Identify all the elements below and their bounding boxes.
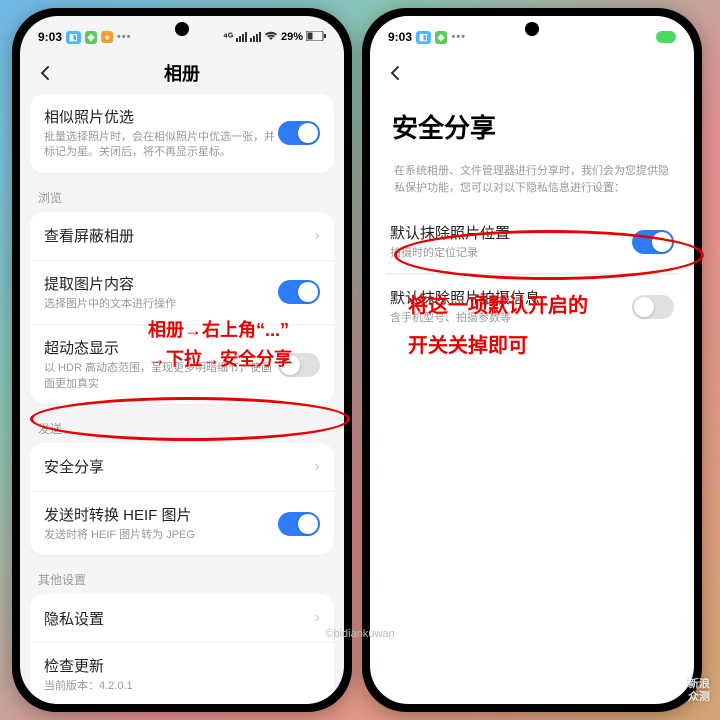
row-heif[interactable]: 发送时转换 HEIF 图片 发送时将 HEIF 图片转为 JPEG [30,491,334,555]
row-loc-title: 默认抹除照片位置 [390,222,632,243]
toggle-heif[interactable] [278,512,320,536]
annotation-line: 开关关掉即可 [408,330,588,362]
volte-icon: ⁴ᴳ [223,32,233,43]
row-extract-content[interactable]: 提取图片内容 选择图片中的文本进行操作 [30,260,334,324]
camera-punchhole [175,22,189,36]
row-loc-sub: 拍摄时的定位记录 [390,246,632,261]
status-time: 9:03 [388,30,412,44]
section-send: 发送 [30,414,334,443]
battery-pill-icon [656,31,676,43]
toggle-extract[interactable] [278,280,320,304]
status-more-icon: ••• [117,31,132,43]
row-update-title: 检查更新 [44,655,320,676]
row-heif-title: 发送时转换 HEIF 图片 [44,504,278,525]
section-browse: 浏览 [30,183,334,212]
back-button[interactable] [34,61,58,85]
settings-content[interactable]: 在系统相册、文件管理器进行分享时，我们会为您提供隐私保护功能，您可以对以下隐私信… [370,155,694,704]
row-update-sub: 当前版本：4.2.0.1 [44,679,320,694]
watermark-line: 新浪 [688,678,710,691]
annotation-line: 将这一项默认开启的 [408,290,588,322]
settings-content[interactable]: 相似照片优选 批量选择照片时，会在相似照片中优选一张，并标记为星。关闭后，将不再… [20,94,344,704]
annotation-toggle-hint: 将这一项默认开启的 开关关掉即可 [408,290,588,362]
signal-icon-2 [250,32,261,42]
toggle-similar-photos[interactable] [278,121,320,145]
page-title: 相册 [164,60,200,86]
author-watermark: ©bidiankuwan [325,628,394,640]
chevron-right-icon: › [315,609,320,627]
annotation-line: →下拉→安全分享 [148,345,292,374]
status-location-icon: ● [101,31,112,43]
row-privacy-title: 隐私设置 [44,608,309,629]
chevron-right-icon: › [315,227,320,245]
row-similar-photos[interactable]: 相似照片优选 批量选择照片时，会在相似照片中优选一张，并标记为星。关闭后，将不再… [30,94,334,173]
row-hidden-title: 查看屏蔽相册 [44,225,309,246]
toggle-erase-shot-info[interactable] [632,295,674,319]
row-extract-title: 提取图片内容 [44,273,278,294]
header [370,52,694,94]
row-similar-sub: 批量选择照片时，会在相似照片中优选一张，并标记为星。关闭后，将不再显示星标。 [44,130,278,161]
battery-icon [306,30,326,44]
header: 相册 [20,52,344,94]
row-privacy[interactable]: 隐私设置 › [30,594,334,642]
status-time: 9:03 [38,30,62,44]
status-app-icon-2: ◆ [85,31,98,44]
page-title: 安全分享 [370,94,694,155]
row-extract-sub: 选择图片中的文本进行操作 [44,297,278,312]
status-app-icon-2: ◆ [435,31,448,44]
toggle-erase-location[interactable] [632,230,674,254]
row-safeshare-title: 安全分享 [44,456,309,477]
row-safe-share[interactable]: 安全分享 › [30,443,334,491]
signal-icon-1 [236,32,247,42]
camera-punchhole [525,22,539,36]
back-button[interactable] [384,61,408,85]
row-hidden-album[interactable]: 查看屏蔽相册 › [30,212,334,260]
status-app-icon-1: ◧ [66,31,81,44]
status-app-icon-1: ◧ [416,31,431,44]
page-hint: 在系统相册、文件管理器进行分享时，我们会为您提供隐私保护功能，您可以对以下隐私信… [386,155,678,210]
battery-percent: 29% [281,31,303,43]
annotation-line: 相册→右上角“...” [148,316,292,345]
wifi-icon [264,30,278,44]
watermark-line: 众测 [688,691,710,704]
section-other: 其他设置 [30,565,334,594]
row-heif-sub: 发送时将 HEIF 图片转为 JPEG [44,528,278,543]
status-more-icon: ••• [451,31,466,43]
site-watermark: 新浪 众测 [688,678,710,704]
annotation-nav-hint: 相册→右上角“...” →下拉→安全分享 [148,316,292,374]
row-similar-title: 相似照片优选 [44,106,278,127]
row-erase-location[interactable]: 默认抹除照片位置 拍摄时的定位记录 [386,210,678,274]
row-update[interactable]: 检查更新 当前版本：4.2.0.1 [30,642,334,704]
chevron-right-icon: › [315,458,320,476]
